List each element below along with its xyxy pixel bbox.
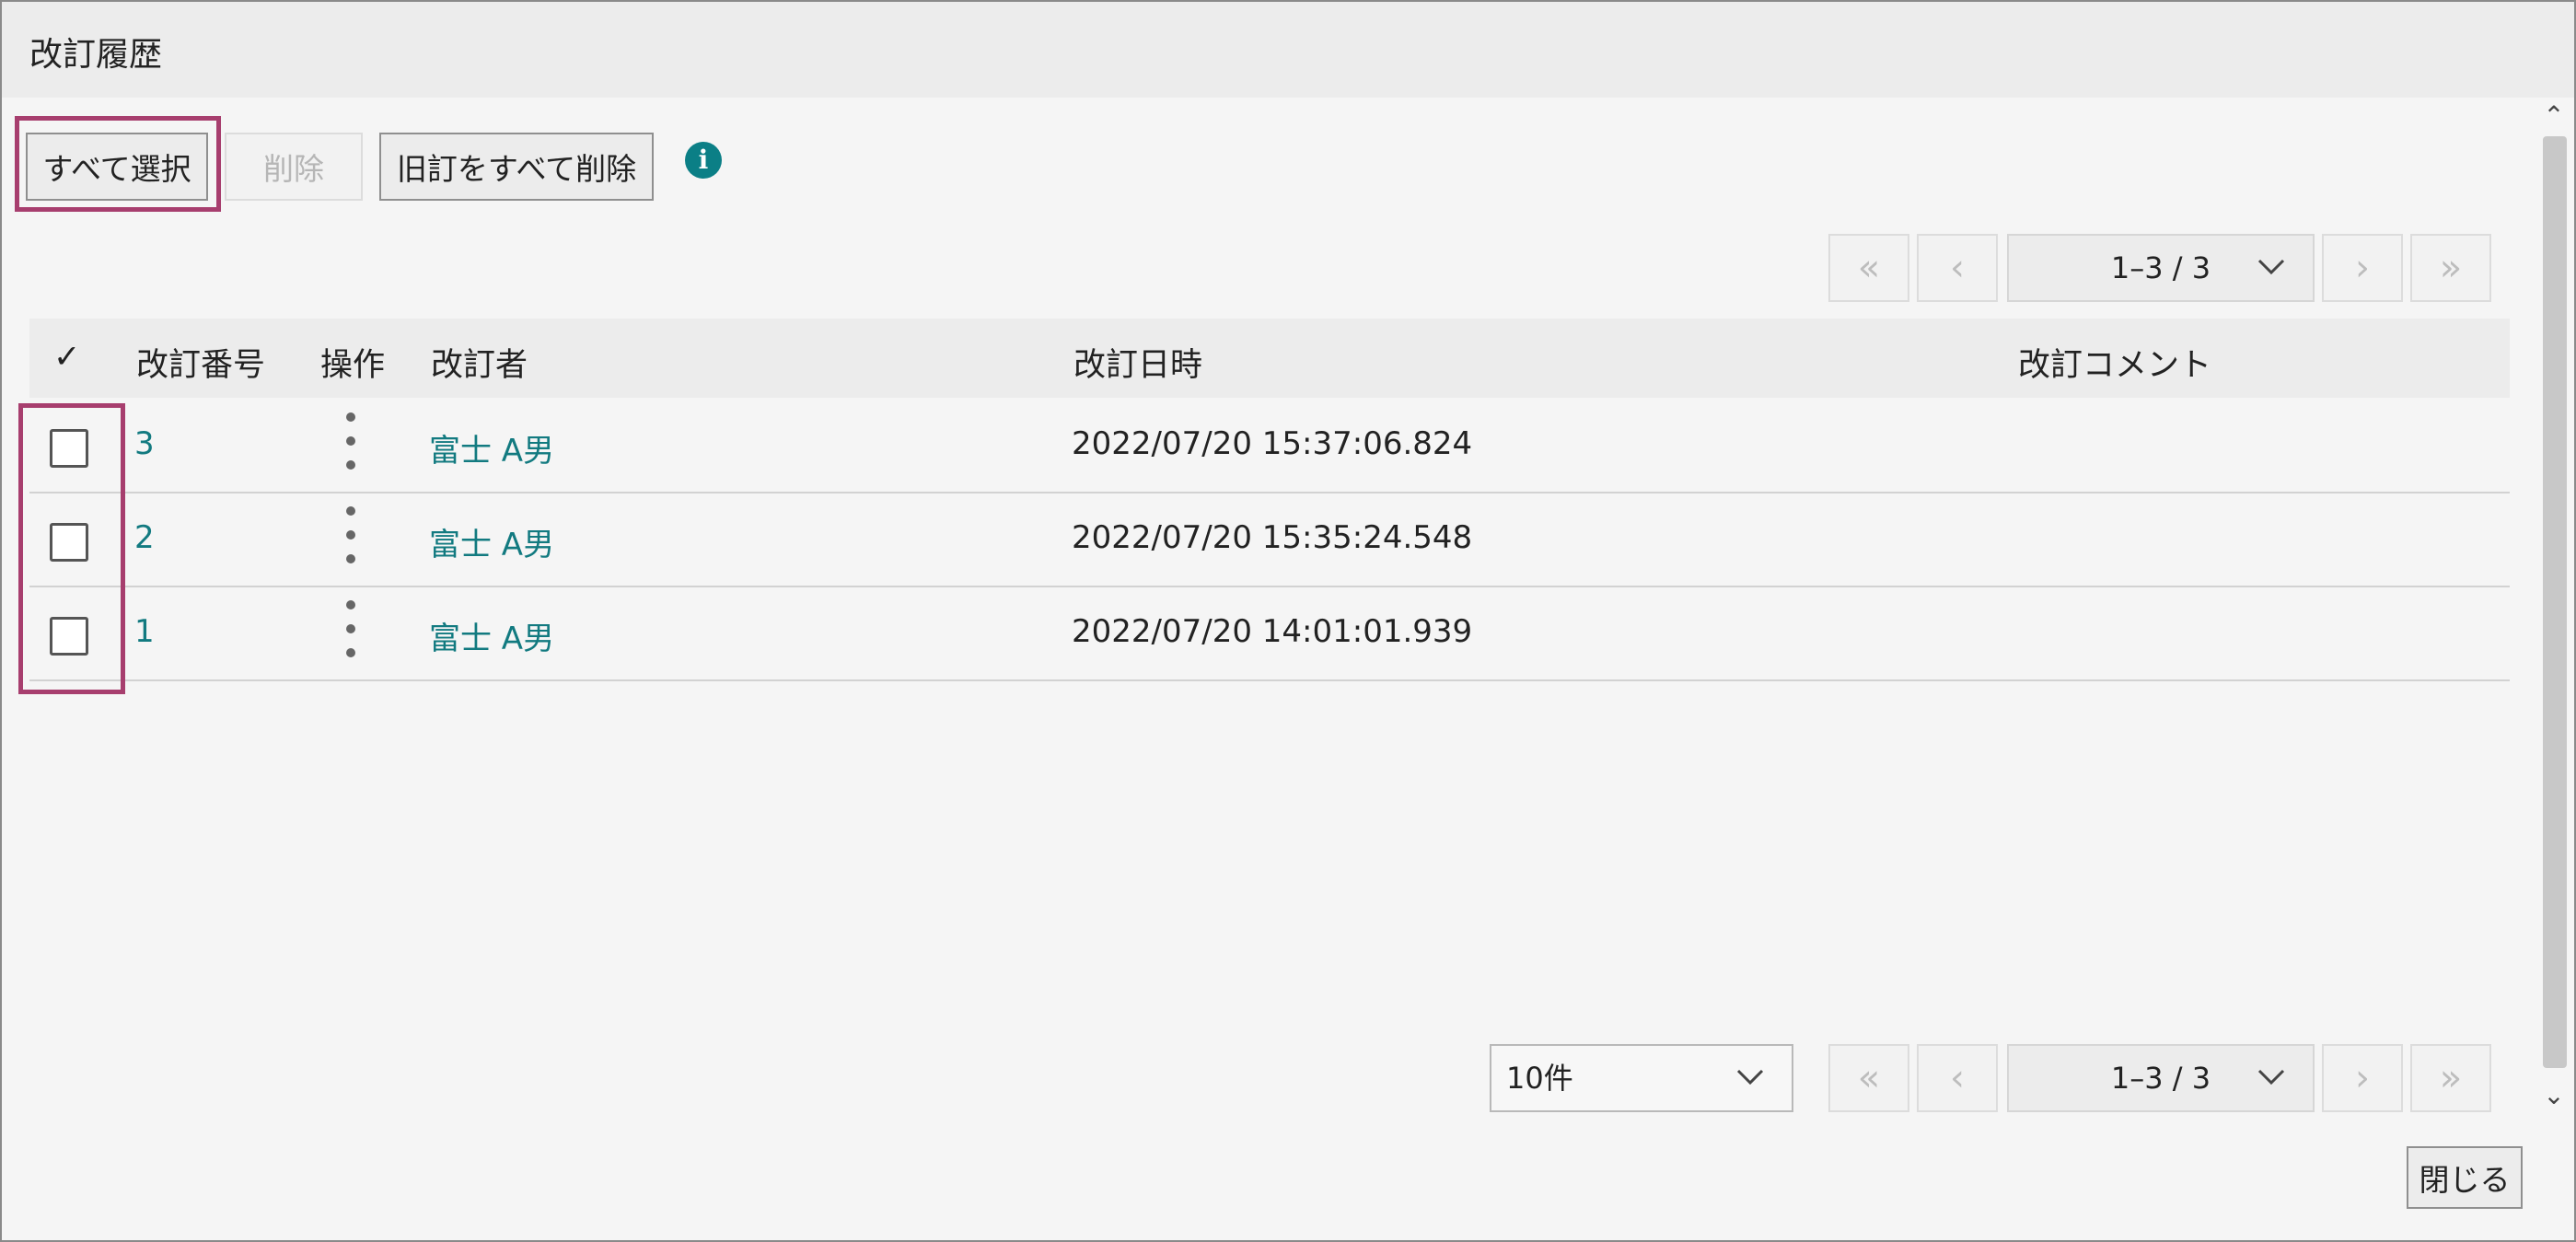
vertical-scrollbar[interactable]: ⌃ ⌄ <box>2534 98 2574 1120</box>
pager-prev-button[interactable]: ‹ <box>1917 234 1998 302</box>
scroll-down-icon[interactable]: ⌄ <box>2534 1077 2574 1114</box>
pager-prev-button[interactable]: ‹ <box>1917 1044 1998 1112</box>
chevron-down-icon <box>1736 1069 1764 1085</box>
highlight-select-all <box>15 116 221 212</box>
chevron-down-icon <box>2257 259 2285 275</box>
header-operations: 操作 <box>320 347 386 384</box>
page-size-text: 10件 <box>1506 1061 1573 1096</box>
table-row: 3 富士 A男 2022/07/20 15:37:06.824 <box>29 400 2510 493</box>
revision-datetime: 2022/07/20 14:01:01.939 <box>1072 613 1473 650</box>
scroll-up-icon[interactable]: ⌃ <box>2534 98 2574 134</box>
header-datetime: 改訂日時 <box>1073 347 1203 384</box>
more-vert-icon[interactable] <box>342 412 357 473</box>
more-vert-icon[interactable] <box>342 600 357 661</box>
header-check: ✓ <box>53 339 81 376</box>
page-size-select[interactable]: 10件 <box>1490 1044 1793 1112</box>
table-row: 1 富士 A男 2022/07/20 14:01:01.939 <box>29 587 2510 681</box>
revision-datetime: 2022/07/20 15:37:06.824 <box>1072 425 1473 462</box>
pager-last-button[interactable]: » <box>2410 1044 2491 1112</box>
dialog-title: 改訂履歴 <box>29 36 163 74</box>
author-link[interactable]: 富士 A男 <box>429 425 554 470</box>
info-icon[interactable]: i <box>685 142 722 179</box>
pager-range-select[interactable]: 1–3 / 3 <box>2007 234 2315 302</box>
pager-next-button[interactable]: › <box>2322 1044 2403 1112</box>
pager-last-button[interactable]: » <box>2410 234 2491 302</box>
more-vert-icon[interactable] <box>342 506 357 567</box>
header-revision-number: 改訂番号 <box>136 347 266 384</box>
pager-next-button[interactable]: › <box>2322 234 2403 302</box>
title-bar: 改訂履歴 <box>2 2 2574 98</box>
highlight-checkboxes <box>18 403 125 694</box>
author-link[interactable]: 富士 A男 <box>429 613 554 658</box>
revision-number-link[interactable]: 1 <box>134 613 155 650</box>
delete-button[interactable]: 削除 <box>225 133 363 201</box>
revision-number-link[interactable]: 3 <box>134 425 155 462</box>
header-author: 改訂者 <box>431 347 528 384</box>
chevron-down-icon <box>2257 1069 2285 1085</box>
header-comment: 改訂コメント <box>2018 347 2212 384</box>
revision-number-link[interactable]: 2 <box>134 519 155 556</box>
author-link[interactable]: 富士 A男 <box>429 519 554 564</box>
delete-old-revisions-button[interactable]: 旧訂をすべて削除 <box>379 133 654 201</box>
revision-history-dialog: 改訂履歴 すべて選択 削除 旧訂をすべて削除 i « ‹ 1–3 / 3 › »… <box>0 0 2576 1242</box>
revision-datetime: 2022/07/20 15:35:24.548 <box>1072 519 1473 556</box>
table-header: ✓ 改訂番号 操作 改訂者 改訂日時 改訂コメント <box>29 319 2510 398</box>
pager-range-select[interactable]: 1–3 / 3 <box>2007 1044 2315 1112</box>
scrollbar-thumb[interactable] <box>2543 136 2567 1068</box>
pager-first-button[interactable]: « <box>1828 234 1909 302</box>
table-row: 2 富士 A男 2022/07/20 15:35:24.548 <box>29 493 2510 587</box>
close-button[interactable]: 閉じる <box>2407 1146 2523 1209</box>
pager-first-button[interactable]: « <box>1828 1044 1909 1112</box>
